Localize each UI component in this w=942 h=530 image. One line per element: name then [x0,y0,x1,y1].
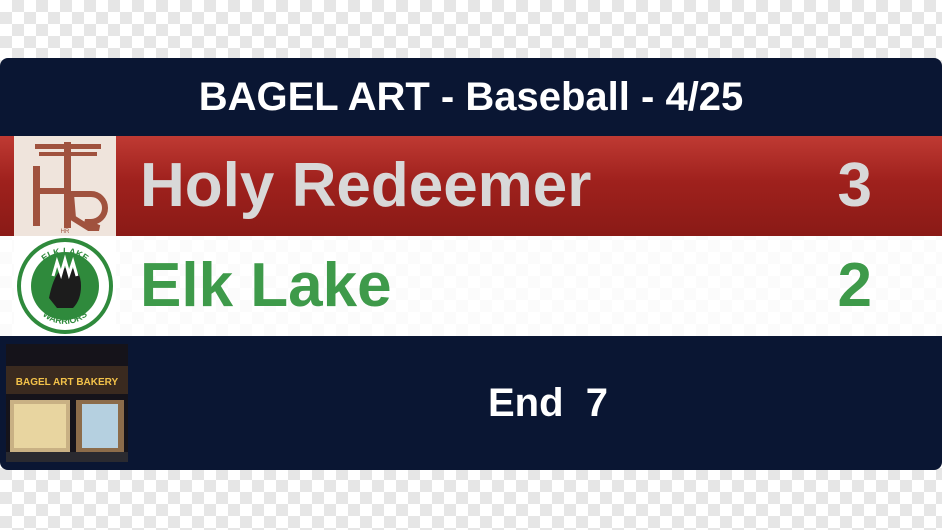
scoreboard-header: BAGEL ART - Baseball - 4/25 [0,58,942,136]
holy-redeemer-logo: HR [14,136,116,236]
away-team-row: ELK LAKE WARRIORS Elk Lake 2 [0,236,942,336]
away-team-score: 2 [837,251,872,320]
bakery-storefront-icon: BAGEL ART BAKERY [6,344,128,462]
away-team-name: Elk Lake [140,251,392,320]
game-title: BAGEL ART - Baseball - 4/25 [198,74,744,119]
elk-lake-logo: ELK LAKE WARRIORS [14,236,116,336]
game-status: End 7 [488,381,609,425]
home-team-name: Holy Redeemer [140,151,592,220]
storefront-sign: BAGEL ART BAKERY [16,377,119,388]
scoreboard: BAGEL ART - Baseball - 4/25 HR Holy Rede… [0,58,942,470]
scoreboard-footer: BAGEL ART BAKERY End 7 [0,336,942,470]
hr-logo-text: HR [61,229,70,235]
elk-lake-warriors-logo-icon: ELK LAKE WARRIORS [17,238,113,334]
sponsor-storefront-photo: BAGEL ART BAKERY [6,344,128,462]
home-team-row: HR Holy Redeemer 3 [0,136,942,236]
hr-cross-logo-icon: HR [33,142,108,235]
home-team-score: 3 [837,151,872,220]
